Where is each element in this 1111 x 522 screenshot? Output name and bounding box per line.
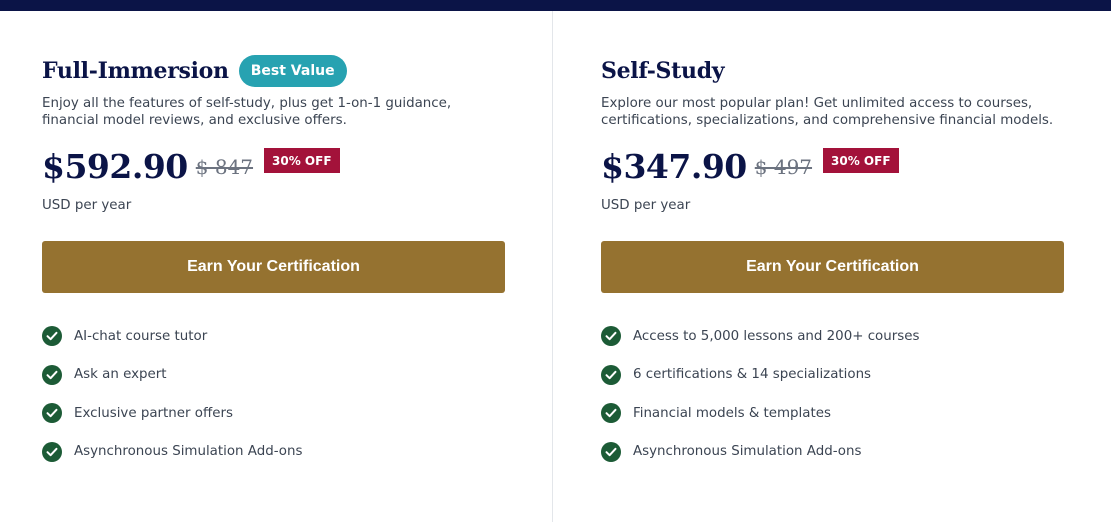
feature-text: AI-chat course tutor [74, 328, 208, 344]
feature-text: Exclusive partner offers [74, 405, 233, 421]
billing-period: USD per year [601, 198, 691, 213]
price-row: $347.90 $ 497 30% OFF [601, 147, 899, 187]
feature-item: Asynchronous Simulation Add-ons [601, 441, 919, 463]
check-circle-icon [601, 441, 621, 462]
feature-item: Ask an expert [42, 364, 302, 386]
check-circle-icon [601, 403, 621, 423]
plan-card-self-study: Self-Study Explore our most popular plan… [552, 11, 1111, 522]
feature-item: Financial models & templates [601, 402, 919, 424]
earn-certification-button[interactable]: Earn Your Certification [42, 241, 505, 293]
check-circle-icon [42, 441, 62, 462]
check-circle-icon [42, 364, 62, 385]
feature-item: Exclusive partner offers [42, 402, 302, 424]
best-value-badge: Best Value [238, 55, 347, 87]
plan-title-row: Self-Study [601, 55, 725, 87]
feature-item: Access to 5,000 lessons and 200+ courses [601, 325, 919, 347]
feature-text: Asynchronous Simulation Add-ons [633, 444, 862, 459]
check-circle-icon [601, 364, 621, 385]
plan-description: Explore our most popular plan! Get unlim… [601, 96, 1054, 128]
discount-badge: 30% OFF [264, 148, 340, 173]
top-bar [0, 0, 1111, 11]
feature-list: AI-chat course tutor Ask an expert Exclu… [42, 325, 302, 479]
pricing-plans: Full-Immersion Best Value Enjoy all the … [0, 11, 1111, 522]
plan-title: Full-Immersion [42, 58, 229, 84]
price-row: $592.90 $ 847 30% OFF [42, 147, 340, 187]
plan-price: $592.90 [42, 147, 188, 186]
feature-item: 6 certifications & 14 specializations [601, 364, 919, 386]
plan-card-full-immersion: Full-Immersion Best Value Enjoy all the … [0, 11, 552, 522]
feature-text: 6 certifications & 14 specializations [633, 367, 872, 382]
plan-title: Self-Study [601, 58, 725, 84]
check-circle-icon [42, 326, 62, 346]
plan-title-row: Full-Immersion Best Value [42, 55, 347, 87]
check-circle-icon [42, 403, 62, 423]
earn-certification-button[interactable]: Earn Your Certification [601, 241, 1064, 293]
discount-badge: 30% OFF [823, 148, 899, 173]
plan-price: $347.90 [601, 147, 747, 186]
check-circle-icon [601, 326, 621, 346]
feature-item: Asynchronous Simulation Add-ons [42, 441, 302, 463]
billing-period: USD per year [42, 198, 132, 213]
feature-text: Financial models & templates [633, 405, 831, 421]
original-price: $ 847 [195, 155, 254, 179]
feature-item: AI-chat course tutor [42, 325, 302, 347]
original-price: $ 497 [754, 155, 813, 179]
feature-text: Access to 5,000 lessons and 200+ courses [633, 328, 920, 344]
plan-description: Enjoy all the features of self-study, pl… [42, 96, 452, 128]
feature-text: Asynchronous Simulation Add-ons [74, 444, 303, 459]
feature-text: Ask an expert [74, 367, 167, 382]
feature-list: Access to 5,000 lessons and 200+ courses… [601, 325, 919, 479]
